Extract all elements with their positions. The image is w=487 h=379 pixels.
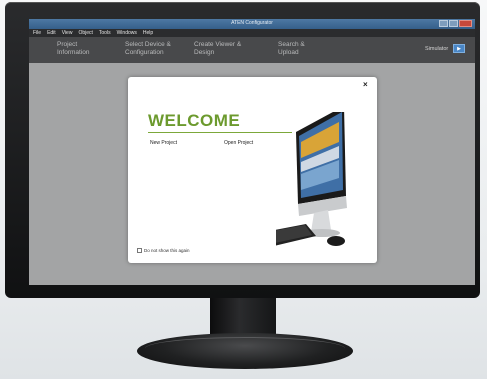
computer-illustration [276,112,347,246]
step-label-line1: Project [57,41,78,48]
menu-help[interactable]: Help [143,29,153,37]
step-select-device[interactable]: Select Device & Configuration [125,41,171,57]
open-project-link[interactable]: Open Project [224,140,253,146]
menu-tools[interactable]: Tools [99,29,111,37]
step-project-information[interactable]: Project Information [57,41,90,57]
step-label-line1: Select Device & [125,41,171,48]
new-project-link[interactable]: New Project [150,140,177,146]
minimize-button[interactable] [439,20,448,27]
step-create-viewer[interactable]: Create Viewer & Design [194,41,241,57]
menu-windows[interactable]: Windows [117,29,137,37]
welcome-dialog: × WELCOME New Project Open Project Do no… [128,77,377,263]
monitor-bezel: ATEN Configurator File Edit View Object … [5,2,480,298]
step-label-line2: Design [194,49,215,56]
heading-divider [148,132,292,133]
window-titlebar: ATEN Configurator [29,19,475,29]
dont-show-again[interactable]: Do not show this again [137,248,190,253]
close-window-button[interactable] [459,20,472,27]
step-label-line1: Create Viewer & [194,41,242,48]
menu-edit[interactable]: Edit [47,29,56,37]
menu-object[interactable]: Object [78,29,92,37]
menu-file[interactable]: File [33,29,41,37]
menu-bar: File Edit View Object Tools Windows Help [29,29,475,37]
window-title: ATEN Configurator [231,20,273,26]
step-label-line2: Upload [278,49,299,56]
step-label-line2: Configuration [125,49,164,56]
welcome-heading: WELCOME [148,111,241,130]
workflow-steps-bar: Project Information Select Device & Conf… [29,37,475,63]
illustration-mouse [327,236,345,246]
monitor-base-highlight [145,337,345,360]
simulator-button[interactable]: ▶ [453,44,465,53]
window-controls [439,20,472,27]
close-icon[interactable]: × [363,80,368,89]
step-search-upload[interactable]: Search & Upload [278,41,305,57]
dont-show-checkbox[interactable] [137,248,142,253]
dont-show-label: Do not show this again [144,248,190,253]
simulator-label: Simulator [425,46,449,52]
step-label-line1: Search & [278,41,305,48]
illustration-stand [311,210,331,232]
menu-view[interactable]: View [62,29,73,37]
maximize-button[interactable] [449,20,458,27]
step-label-line2: Information [57,49,90,56]
monitor-screen: ATEN Configurator File Edit View Object … [29,19,475,285]
